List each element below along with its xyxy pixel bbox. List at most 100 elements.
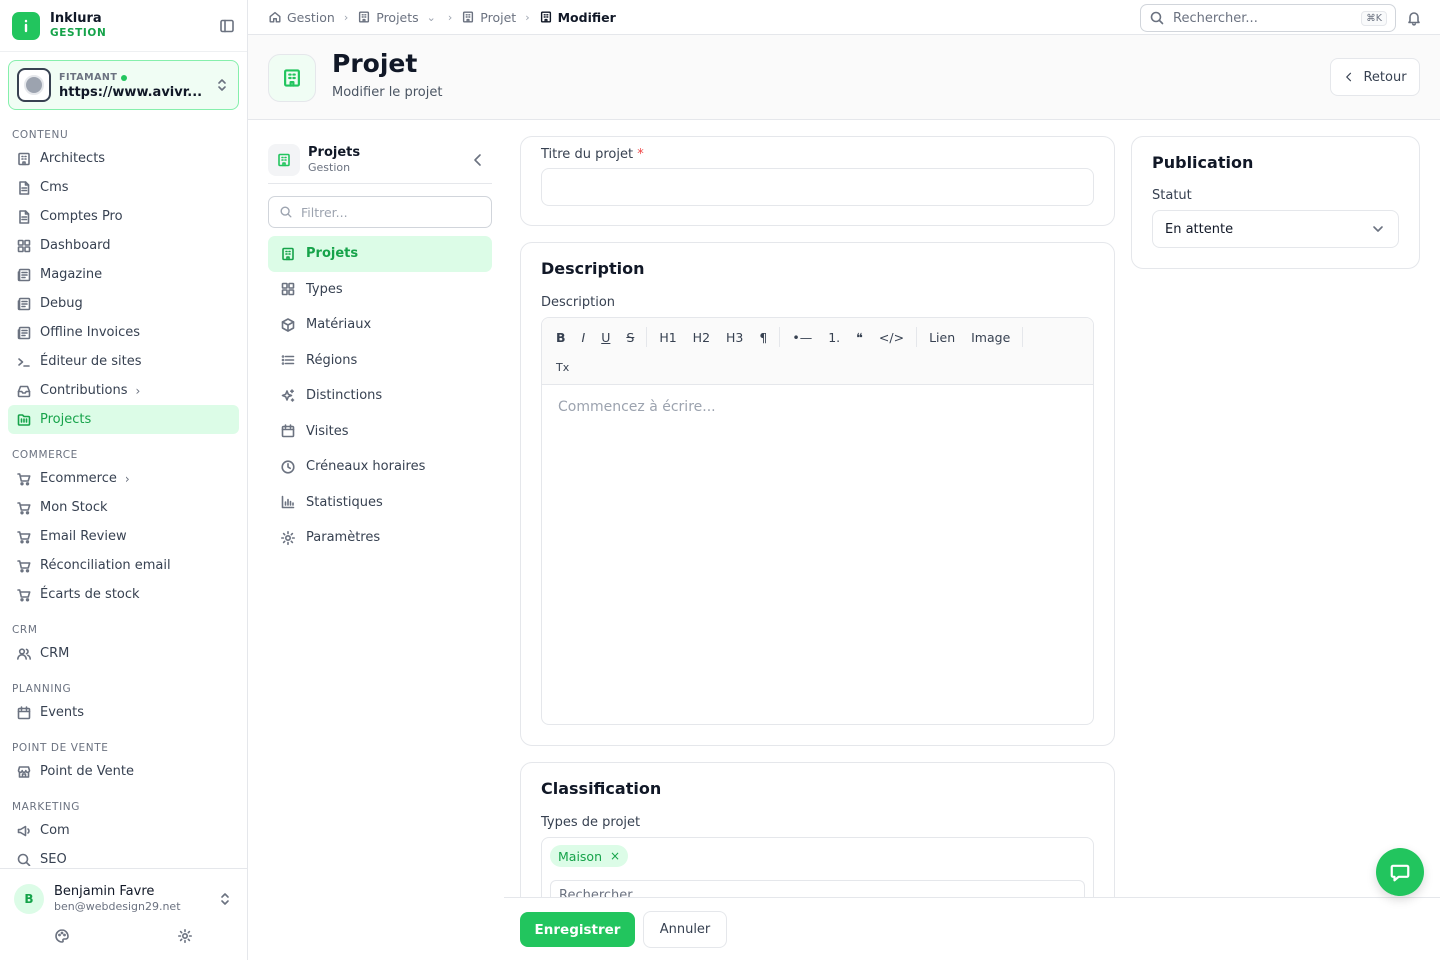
sidebar-item-label: Mon Stock xyxy=(40,500,108,515)
subnav-item-statistiques[interactable]: Statistiques xyxy=(268,485,492,521)
chevron-right-icon: › xyxy=(135,383,141,398)
palette-icon[interactable] xyxy=(54,928,70,944)
heading-3-button[interactable]: H3 xyxy=(718,323,751,351)
sidebar-item-label: Events xyxy=(40,705,85,720)
subnav-item-parametres[interactable]: Paramètres xyxy=(268,520,492,556)
shortcut-badge: ⌘K xyxy=(1361,10,1387,26)
bullet-list-button[interactable]: •— xyxy=(784,323,820,351)
page-header: Projet Modifier le projet Retour xyxy=(248,35,1440,120)
cart-icon xyxy=(16,558,32,574)
subnav-item-regions[interactable]: Régions xyxy=(268,343,492,379)
section-title-point-de-vente: POINT DE VENTE xyxy=(12,742,109,754)
subnav-item-visites[interactable]: Visites xyxy=(268,414,492,450)
sidebar-item-point-de-vente[interactable]: Point de Vente xyxy=(8,757,239,786)
sidebar-item-seo[interactable]: SEO xyxy=(8,845,239,866)
sidebar-item-debug[interactable]: Debug xyxy=(8,289,239,318)
code-button[interactable]: </> xyxy=(871,323,912,351)
sidebar-item-contributions[interactable]: Contributions › xyxy=(8,376,239,405)
sidebar-item-ecarts-de-stock[interactable]: Écarts de stock xyxy=(8,580,239,609)
gear-icon[interactable] xyxy=(177,928,193,944)
sidebar-item-crm[interactable]: CRM xyxy=(8,639,239,668)
sidebar-item-com[interactable]: Com xyxy=(8,816,239,845)
image-button[interactable]: Image xyxy=(963,323,1018,351)
chat-button[interactable] xyxy=(1376,848,1424,896)
subnav-filter[interactable] xyxy=(268,196,492,228)
filter-input[interactable] xyxy=(301,204,451,220)
sidebar-item-dashboard[interactable]: Dashboard xyxy=(8,231,239,260)
bold-button[interactable]: B xyxy=(548,323,574,351)
sidebar-item-comptes-pro[interactable]: Comptes Pro xyxy=(8,202,239,231)
bell-icon[interactable] xyxy=(1406,10,1422,26)
quote-button[interactable]: ❝ xyxy=(848,323,871,351)
sidebar-item-events[interactable]: Events xyxy=(8,698,239,727)
link-button[interactable]: Lien xyxy=(921,323,963,351)
status-label: Statut xyxy=(1152,188,1192,203)
breadcrumb-item-projets[interactable]: Projets ⌄ xyxy=(357,10,439,25)
bar-chart-icon xyxy=(280,494,296,510)
sidebar-nav: CONTENU Architects Cms Comptes Pro Dashboard… xyxy=(0,118,247,866)
building-icon xyxy=(268,143,300,176)
sidebar-item-email-review[interactable]: Email Review xyxy=(8,522,239,551)
global-search[interactable]: ⌘K xyxy=(1140,4,1396,32)
sidebar-item-cms[interactable]: Cms xyxy=(8,173,239,202)
save-button[interactable]: Enregistrer xyxy=(520,912,635,947)
ordered-list-button[interactable]: 1. xyxy=(820,323,848,351)
cancel-button[interactable]: Annuler xyxy=(643,911,727,948)
sidebar-item-ecommerce[interactable]: Ecommerce › xyxy=(8,464,239,493)
sidebar-item-magazine[interactable]: Magazine xyxy=(8,260,239,289)
status-select[interactable]: En attente xyxy=(1152,210,1399,248)
toolbar-divider xyxy=(916,327,918,347)
sidebar-item-offline-invoices[interactable]: Offline Invoices xyxy=(8,318,239,347)
sidebar-item-mon-stock[interactable]: Mon Stock xyxy=(8,493,239,522)
subnav-item-creneaux-horaires[interactable]: Créneaux horaires xyxy=(268,449,492,485)
subnav-item-distinctions[interactable]: Distinctions xyxy=(268,378,492,414)
description-label: Description xyxy=(541,295,616,310)
section-title-contenu: CONTENU xyxy=(12,129,69,141)
chevrons-up-down-icon xyxy=(217,891,233,907)
chevron-left-icon xyxy=(1343,71,1355,83)
section-title-crm: CRM xyxy=(12,624,38,636)
site-url: https://www.avivr... xyxy=(59,85,203,100)
brand-logo-icon[interactable] xyxy=(12,11,40,40)
heading-1-button[interactable]: H1 xyxy=(651,323,684,351)
editor-content[interactable]: Commencez à écrire... xyxy=(542,385,1093,429)
sidebar-item-architects[interactable]: Architects xyxy=(8,144,239,173)
subnav-item-materiaux[interactable]: Matériaux xyxy=(268,307,492,343)
title-input[interactable] xyxy=(541,168,1094,206)
italic-button[interactable]: I xyxy=(574,323,594,351)
underline-button[interactable]: U xyxy=(593,323,618,351)
paragraph-button[interactable]: ¶ xyxy=(751,323,775,351)
clear-format-button[interactable]: Tx xyxy=(548,353,577,381)
sidebar-item-label: Ecommerce xyxy=(40,471,117,486)
sidebar-item-reconciliation-email[interactable]: Réconciliation email xyxy=(8,551,239,580)
box-icon xyxy=(280,317,296,333)
sidebar-item-projects[interactable]: Projects xyxy=(8,405,239,434)
breadcrumb-item-gestion[interactable]: Gestion xyxy=(268,10,335,25)
chevron-down-icon[interactable]: ⌄ xyxy=(427,11,436,24)
subnav-item-projets[interactable]: Projets xyxy=(268,236,492,272)
brand-name: Inklura xyxy=(50,10,102,26)
user-menu[interactable]: B Benjamin Favre ben@webdesign29.net xyxy=(0,868,247,928)
subnav-item-types[interactable]: Types xyxy=(268,272,492,308)
file-icon xyxy=(16,209,32,225)
breadcrumb-item-projet[interactable]: Projet xyxy=(461,10,516,25)
building-icon xyxy=(461,10,475,24)
chevron-left-icon[interactable] xyxy=(470,152,486,168)
breadcrumb-separator: › xyxy=(525,10,530,24)
sidebar-item-label: Architects xyxy=(40,151,106,166)
sidebar-item-editeur-de-sites[interactable]: Éditeur de sites xyxy=(8,347,239,376)
file-icon xyxy=(16,180,32,196)
back-button[interactable]: Retour xyxy=(1330,58,1420,96)
site-switcher[interactable]: FITAMANT https://www.avivr... xyxy=(8,60,239,110)
list-icon xyxy=(280,352,296,368)
heading-2-button[interactable]: H2 xyxy=(685,323,718,351)
sidebar-toggle-icon[interactable] xyxy=(219,18,235,34)
strikethrough-button[interactable]: S xyxy=(618,323,642,351)
close-icon[interactable]: × xyxy=(610,849,620,863)
search-input[interactable] xyxy=(1173,10,1353,26)
chevron-down-icon xyxy=(1370,221,1386,237)
sidebar-footer xyxy=(0,928,247,950)
sidebar-item-label: Dashboard xyxy=(40,238,111,253)
terminal-icon xyxy=(16,354,32,370)
calendar-icon xyxy=(280,423,296,439)
